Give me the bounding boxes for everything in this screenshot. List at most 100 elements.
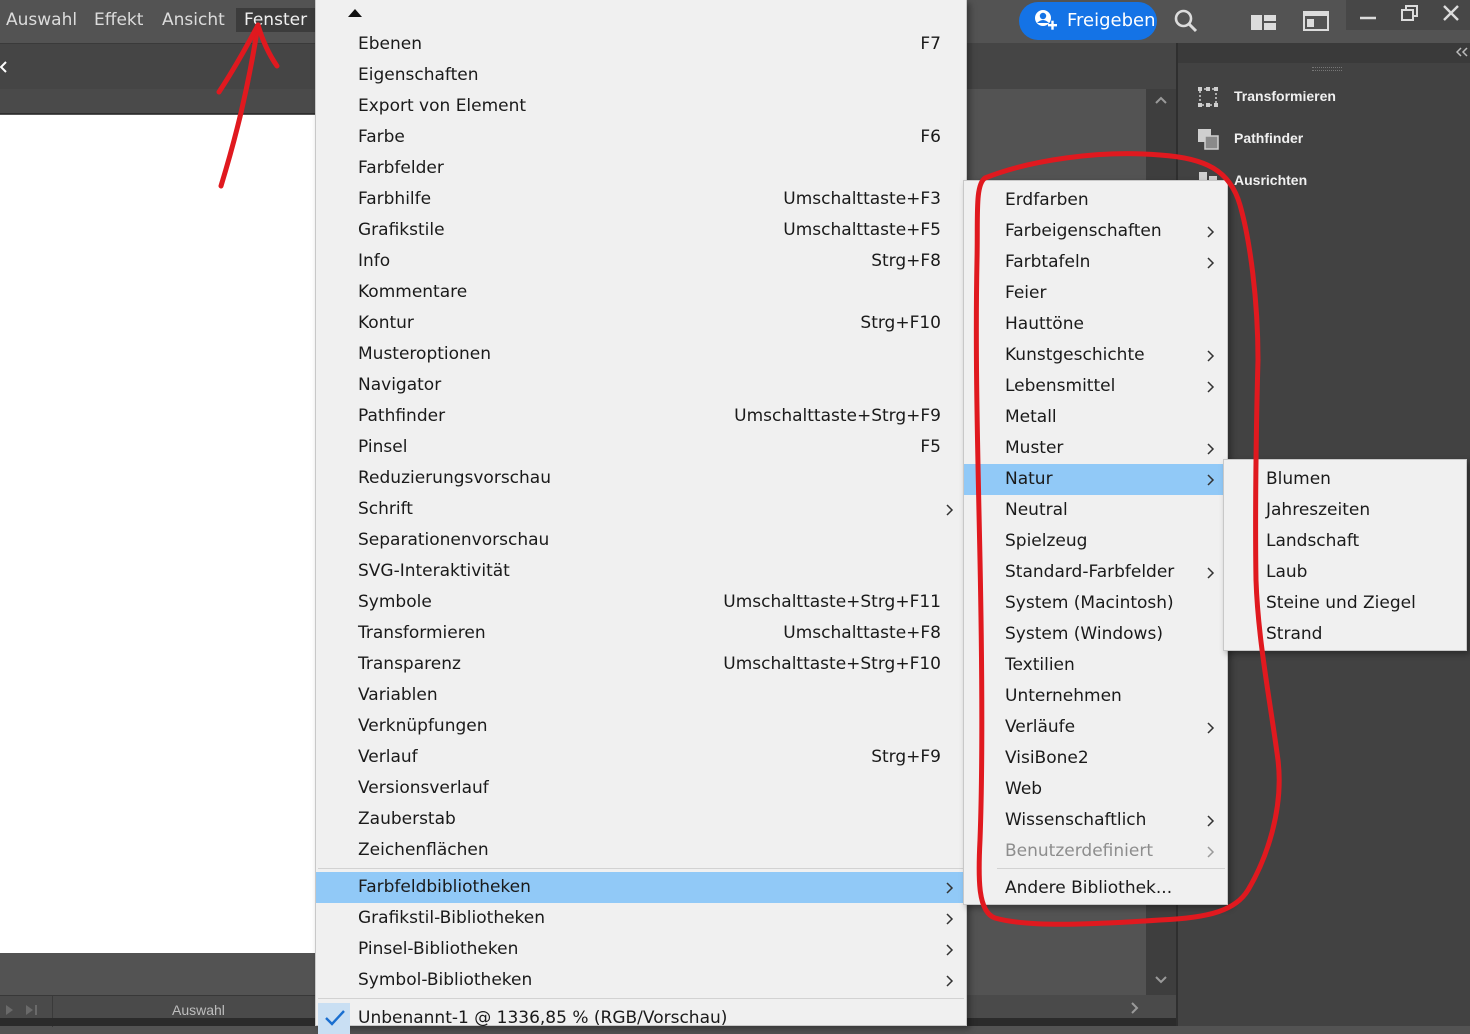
menu-item-navigator[interactable]: Navigator (316, 370, 966, 401)
nature-swatch-strand[interactable]: Strand (1224, 619, 1466, 650)
swatch-library-unternehmen[interactable]: Unternehmen (964, 681, 1227, 712)
swatch-library-farbeigenschaften[interactable]: Farbeigenschaften (964, 216, 1227, 247)
swatch-library-system-macintosh[interactable]: System (Macintosh) (964, 588, 1227, 619)
menu-item-pathfinder[interactable]: Pathfinder Umschalttaste+Strg+F9 (316, 401, 966, 432)
menu-item-label: Farbfeldbibliotheken (358, 877, 531, 897)
menu-item-svg-interaktivitat[interactable]: SVG-Interaktivität (316, 556, 966, 587)
swatch-library-erdfarben[interactable]: Erdfarben (964, 185, 1227, 216)
collapse-panel-icon[interactable] (1456, 47, 1468, 57)
menu-item-musteroptionen[interactable]: Musteroptionen (316, 339, 966, 370)
menu-item-open-document[interactable]: Unbenannt-1 @ 1336,85 % (RGB/Vorschau) (316, 1003, 966, 1034)
swatch-library-textilien[interactable]: Textilien (964, 650, 1227, 681)
swatch-library-natur[interactable]: Natur (964, 464, 1227, 495)
menu-item-grafikstile[interactable]: Grafikstile Umschalttaste+F5 (316, 215, 966, 246)
swatch-library-wissenschaftlich[interactable]: Wissenschaftlich (964, 805, 1227, 836)
menu-item-label: Farbhilfe (358, 189, 432, 209)
menu-item-ebenen[interactable]: Ebenen F7 (316, 29, 966, 60)
panel-grip[interactable] (1312, 67, 1342, 71)
chevron-right-icon (1207, 722, 1215, 734)
menu-item-reduzierungsvorschau[interactable]: Reduzierungsvorschau (316, 463, 966, 494)
menu-item-farbe[interactable]: Farbe F6 (316, 122, 966, 153)
menu-item-zauberstab[interactable]: Zauberstab (316, 804, 966, 835)
menu-item-label: Farbtafeln (1005, 252, 1091, 272)
menu-item-farbhilfe[interactable]: Farbhilfe Umschalttaste+F3 (316, 184, 966, 215)
search-icon[interactable] (1173, 8, 1199, 34)
menu-item-shortcut: F6 (920, 127, 941, 147)
swatch-library-feier[interactable]: Feier (964, 278, 1227, 309)
menu-item-versionsverlauf[interactable]: Versionsverlauf (316, 773, 966, 804)
menu-item-kontur[interactable]: Kontur Strg+F10 (316, 308, 966, 339)
menu-item-symbole[interactable]: Symbole Umschalttaste+Strg+F11 (316, 587, 966, 618)
menu-item-pinsel[interactable]: Pinsel F5 (316, 432, 966, 463)
menu-item-zeichenflachen[interactable]: Zeichenflächen (316, 835, 966, 866)
menu-item-variablen[interactable]: Variablen (316, 680, 966, 711)
nature-swatch-jahreszeiten[interactable]: Jahreszeiten (1224, 495, 1466, 526)
menu-item-label: Standard-Farbfelder (1005, 562, 1175, 582)
nature-swatch-blumen[interactable]: Blumen (1224, 464, 1466, 495)
swatch-library-farbtafeln[interactable]: Farbtafeln (964, 247, 1227, 278)
artboard[interactable] (0, 115, 315, 953)
menu-item-verknupfungen[interactable]: Verknüpfungen (316, 711, 966, 742)
menu-item-verlauf[interactable]: Verlauf Strg+F9 (316, 742, 966, 773)
menu-item-info[interactable]: Info Strg+F8 (316, 246, 966, 277)
chevron-right-icon (946, 975, 954, 987)
restore-icon[interactable] (1400, 4, 1420, 24)
scroll-down-icon[interactable] (1154, 975, 1168, 985)
menu-item-kommentare[interactable]: Kommentare (316, 277, 966, 308)
scroll-up-icon[interactable] (1154, 95, 1168, 105)
menu-item-label: Verlauf (358, 747, 418, 767)
menu-auswahl[interactable]: Auswahl (6, 0, 77, 40)
menu-item-grafikstil-bibliotheken[interactable]: Grafikstil-Bibliotheken (316, 903, 966, 934)
close-icon[interactable] (1441, 3, 1461, 23)
swatch-library-web[interactable]: Web (964, 774, 1227, 805)
menu-item-label: Unbenannt-1 @ 1336,85 % (RGB/Vorschau) (358, 1008, 728, 1028)
scroll-up-arrow-icon[interactable] (347, 8, 363, 18)
menu-item-label: Pathfinder (358, 406, 446, 426)
nature-swatch-landschaft[interactable]: Landschaft (1224, 526, 1466, 557)
swatch-library-neutral[interactable]: Neutral (964, 495, 1227, 526)
menu-separator (318, 868, 964, 869)
menu-item-label: Kontur (358, 313, 414, 333)
swatch-library-metall[interactable]: Metall (964, 402, 1227, 433)
menu-item-label: Farbe (358, 127, 405, 147)
nature-swatch-steine-und-ziegel[interactable]: Steine und Ziegel (1224, 588, 1466, 619)
workspace-layout-icon[interactable] (1250, 12, 1278, 32)
menu-item-pinsel-bibliotheken[interactable]: Pinsel-Bibliotheken (316, 934, 966, 965)
menu-item-export-von-element[interactable]: Export von Element (316, 91, 966, 122)
swatch-library-muster[interactable]: Muster (964, 433, 1227, 464)
menu-item-label: Zauberstab (358, 809, 456, 829)
menu-item-transformieren[interactable]: Transformieren Umschalttaste+F8 (316, 618, 966, 649)
swatch-library-lebensmittel[interactable]: Lebensmittel (964, 371, 1227, 402)
swatch-library-visibone2[interactable]: VisiBone2 (964, 743, 1227, 774)
menu-item-label: Unternehmen (1005, 686, 1122, 706)
menu-ansicht[interactable]: Ansicht (162, 0, 225, 40)
menu-item-farbfeldbibliotheken[interactable]: Farbfeldbibliotheken (316, 872, 966, 903)
swatch-library-standard-farbfelder[interactable]: Standard-Farbfelder (964, 557, 1227, 588)
nature-swatch-laub[interactable]: Laub (1224, 557, 1466, 588)
minimize-icon[interactable] (1358, 6, 1378, 26)
menu-item-schrift[interactable]: Schrift (316, 494, 966, 525)
collapse-left-icon[interactable] (0, 60, 8, 74)
swatch-library-hauttone[interactable]: Hauttöne (964, 309, 1227, 340)
swatch-library-other[interactable]: Andere Bibliothek... (964, 873, 1227, 904)
swatch-library-verlaufe[interactable]: Verläufe (964, 712, 1227, 743)
menu-item-farbfelder[interactable]: Farbfelder (316, 153, 966, 184)
status-tool-label: Auswahl (172, 1002, 225, 1018)
scroll-right-icon[interactable] (1130, 1001, 1140, 1015)
menu-item-separationenvorschau[interactable]: Separationenvorschau (316, 525, 966, 556)
swatch-library-kunstgeschichte[interactable]: Kunstgeschichte (964, 340, 1227, 371)
arrange-documents-icon[interactable] (1302, 10, 1330, 32)
menu-effekt[interactable]: Effekt (94, 0, 143, 40)
swatch-library-spielzeug[interactable]: Spielzeug (964, 526, 1227, 557)
share-button-label: Freigeben (1067, 10, 1156, 31)
menu-fenster[interactable]: Fenster (236, 8, 316, 32)
menu-item-eigenschaften[interactable]: Eigenschaften (316, 60, 966, 91)
swatch-library-system-windows[interactable]: System (Windows) (964, 619, 1227, 650)
menu-item-transparenz[interactable]: Transparenz Umschalttaste+Strg+F10 (316, 649, 966, 680)
document-tab-bar-right (966, 43, 1176, 89)
chevron-right-icon (1207, 350, 1215, 362)
swatch-library-benutzerdefiniert[interactable]: Benutzerdefiniert (964, 836, 1227, 867)
share-button[interactable]: Freigeben (1019, 2, 1157, 40)
menu-item-symbol-bibliotheken[interactable]: Symbol-Bibliotheken (316, 965, 966, 996)
first-artboard-icon[interactable] (4, 1003, 40, 1017)
